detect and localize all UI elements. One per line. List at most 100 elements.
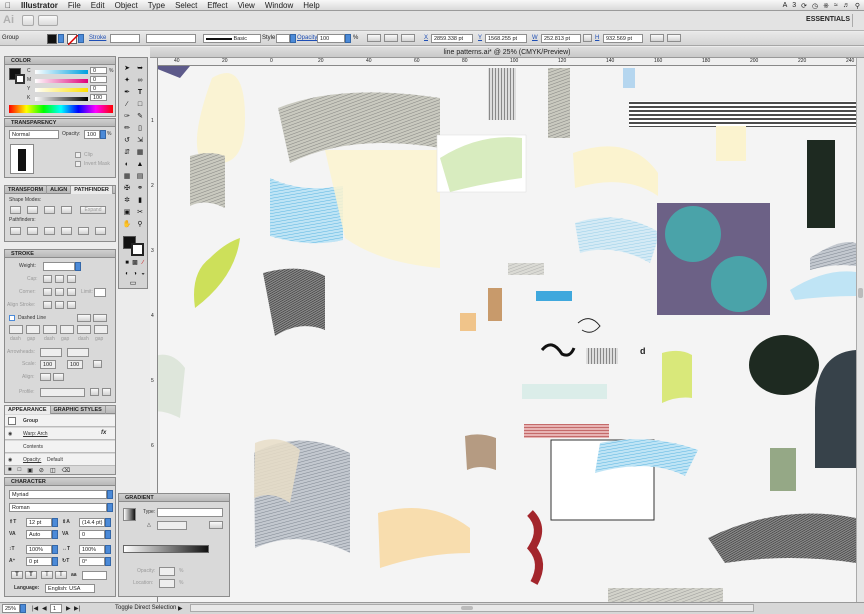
preserve-dash-button[interactable]: [77, 314, 91, 322]
flip-across-button[interactable]: [102, 388, 111, 396]
link-scale-button[interactable]: [93, 360, 102, 368]
fill-dropdown[interactable]: [58, 34, 64, 43]
menu-object[interactable]: Object: [110, 1, 143, 10]
appearance-effect-row[interactable]: ◉ Warp: Arch fx: [5, 428, 115, 440]
bluetooth-icon[interactable]: ※: [823, 2, 829, 10]
color-stroke-swatch[interactable]: [15, 74, 25, 84]
intersect-button[interactable]: [44, 206, 55, 214]
scale-tool-icon[interactable]: ⇲: [134, 136, 146, 146]
dash-field-3[interactable]: [77, 325, 91, 334]
start-scale-field[interactable]: 100: [40, 360, 56, 369]
vertical-scrollbar[interactable]: [856, 58, 864, 602]
appearance-contents-row[interactable]: Contents: [5, 441, 115, 453]
line-tool-icon[interactable]: ∕: [121, 100, 133, 110]
lasso-tool-icon[interactable]: ∞: [134, 76, 146, 86]
search-icon[interactable]: [852, 14, 864, 27]
add-fill-icon[interactable]: ▣: [27, 467, 33, 475]
gradient-thumbnail[interactable]: [123, 508, 136, 521]
pen-tool-icon[interactable]: ✒: [121, 88, 133, 98]
font-style-dropdown[interactable]: [107, 503, 113, 512]
stroke-swatch-dropdown[interactable]: [78, 34, 84, 43]
leading-field[interactable]: (14.4 pt): [79, 518, 105, 527]
zoom-tool-icon[interactable]: ⚲: [134, 220, 146, 230]
top-ruler[interactable]: 40 20 0 20 40 60 80 100 120 140 160 180 …: [150, 58, 856, 66]
last-page-icon[interactable]: ▶|: [74, 605, 80, 612]
end-scale-field[interactable]: 100: [67, 360, 83, 369]
bridge-button[interactable]: [22, 15, 34, 26]
minus-back-button[interactable]: [95, 227, 106, 235]
vertical-scale-dropdown[interactable]: [52, 545, 58, 554]
zoom-field[interactable]: 25%: [2, 604, 20, 613]
gradient-slider[interactable]: [123, 545, 209, 553]
opacity-field[interactable]: 100: [317, 34, 345, 43]
subscript-button[interactable]: T: [55, 571, 67, 579]
character-panel-title[interactable]: CHARACTER: [5, 478, 115, 486]
menu-type[interactable]: Type: [143, 1, 170, 10]
divide-button[interactable]: [10, 227, 21, 235]
black-slider[interactable]: [35, 97, 88, 101]
start-arrowhead-select[interactable]: [40, 348, 62, 357]
graphic-style-dropdown[interactable]: [290, 34, 296, 43]
dash-field-2[interactable]: [43, 325, 57, 334]
artboard-canvas[interactable]: d: [150, 58, 856, 602]
stroke-swatch[interactable]: [67, 34, 79, 46]
blob-brush-tool-icon[interactable]: ✏: [121, 124, 133, 134]
cyan-value[interactable]: 0: [90, 67, 107, 74]
page-field[interactable]: 1: [50, 604, 62, 613]
tab-align[interactable]: ALIGN: [47, 186, 72, 194]
menu-help[interactable]: Help: [298, 1, 324, 10]
butt-cap-button[interactable]: [43, 275, 52, 283]
merge-button[interactable]: [44, 227, 55, 235]
tracking-field[interactable]: 0: [79, 530, 105, 539]
spotlight-icon[interactable]: ⚲: [855, 2, 860, 10]
appearance-opacity-link[interactable]: Opacity:: [23, 457, 41, 463]
h-label[interactable]: H: [595, 35, 599, 41]
dash-field-1[interactable]: [9, 325, 23, 334]
menu-view[interactable]: View: [233, 1, 260, 10]
kerning-field[interactable]: Auto: [26, 530, 52, 539]
trim-button[interactable]: [27, 227, 38, 235]
fill-swatch[interactable]: [47, 34, 57, 44]
unite-button[interactable]: [10, 206, 21, 214]
paintbrush-tool-icon[interactable]: ✑: [121, 112, 133, 122]
symbol-sprayer-tool-icon[interactable]: ✲: [121, 196, 133, 206]
align-inside-button[interactable]: [55, 301, 64, 309]
gap-field-3[interactable]: [94, 325, 108, 334]
tab-transform[interactable]: TRANSFORM: [5, 186, 48, 194]
direct-selection-tool-icon[interactable]: ➥: [134, 64, 146, 74]
font-family-select[interactable]: Myriad: [9, 490, 107, 499]
w-label[interactable]: W: [532, 35, 538, 41]
flip-along-button[interactable]: [90, 388, 99, 396]
add-stroke-icon[interactable]: □: [18, 467, 22, 475]
rectangle-tool-icon[interactable]: □: [134, 100, 146, 110]
reverse-gradient-button[interactable]: [209, 521, 223, 529]
baseline-shift-dropdown[interactable]: [52, 557, 58, 566]
gradient-panel-title[interactable]: GRADIENT: [119, 494, 229, 502]
miter-join-button[interactable]: [43, 288, 52, 296]
constrain-proportions-icon[interactable]: [583, 34, 592, 42]
yellow-slider[interactable]: [35, 88, 88, 92]
color-panel-title[interactable]: COLOR: [5, 57, 115, 65]
menu-file[interactable]: File: [63, 1, 86, 10]
horizontal-scale-dropdown[interactable]: [105, 545, 111, 554]
font-family-dropdown[interactable]: [107, 490, 113, 499]
expand-button[interactable]: Expand: [80, 206, 106, 214]
draw-inside-icon[interactable]: ◒: [137, 269, 149, 279]
black-value[interactable]: 100: [90, 94, 107, 101]
control-menu-button[interactable]: [667, 34, 681, 42]
scroll-thumb[interactable]: [858, 288, 863, 298]
appearance-group-row[interactable]: Group: [5, 415, 115, 427]
none-mode-icon[interactable]: ∕: [137, 258, 149, 268]
transform-button[interactable]: [650, 34, 664, 42]
font-size-dropdown[interactable]: [52, 518, 58, 527]
baseline-shift-field[interactable]: 0 pt: [26, 557, 52, 566]
menu-edit[interactable]: Edit: [86, 1, 110, 10]
transparency-opacity-field[interactable]: 100: [84, 130, 100, 139]
exclude-button[interactable]: [61, 206, 72, 214]
stroke-panel-title[interactable]: STROKE: [5, 250, 115, 258]
menu-select[interactable]: Select: [170, 1, 202, 10]
tracking-dropdown[interactable]: [105, 530, 111, 539]
stroke-color-box[interactable]: [131, 243, 144, 256]
tab-graphic-styles[interactable]: GRAPHIC STYLES: [51, 406, 106, 414]
status-menu-icon[interactable]: ▶: [178, 605, 183, 612]
